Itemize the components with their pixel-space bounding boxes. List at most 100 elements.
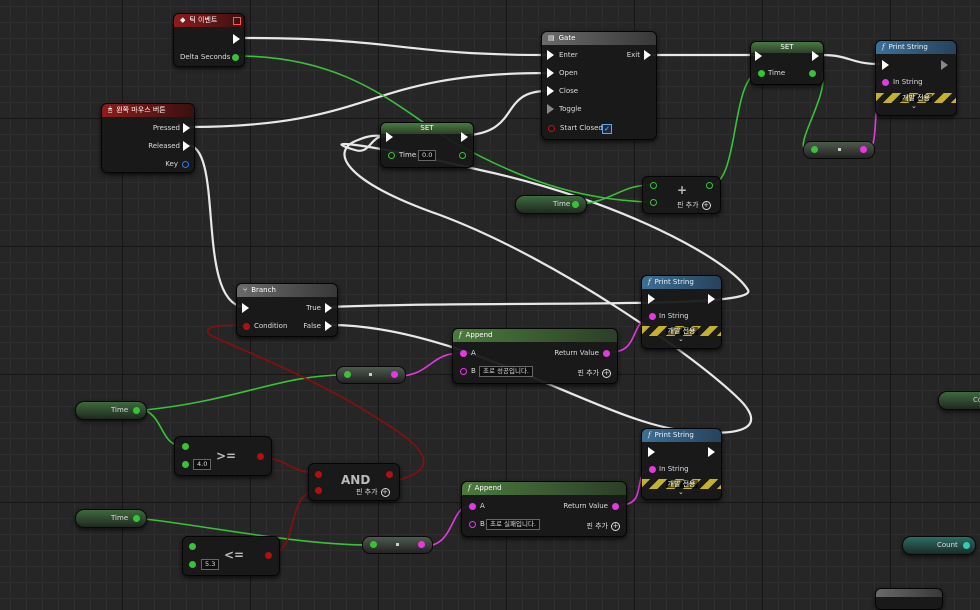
pressed-exec-pin[interactable]: [183, 123, 190, 133]
set-2-exec-out[interactable]: [812, 51, 819, 61]
gte-b-value[interactable]: 4.0: [193, 459, 212, 470]
time-getter-top[interactable]: Time: [515, 195, 587, 214]
print-1-exec-out[interactable]: [941, 60, 948, 70]
print-string-node-3[interactable]: f Print String In String 개발 전용 ⌄: [641, 428, 722, 500]
append-2-b-value[interactable]: 초로 실패입니다.: [486, 519, 540, 530]
lte-b-pin[interactable]: [189, 561, 196, 568]
less-equal-node[interactable]: 5.3 <=: [182, 536, 280, 576]
append-1-add-pin-button[interactable]: 핀 추가 +: [577, 368, 611, 378]
start-closed-checkbox[interactable]: ✓: [602, 124, 612, 134]
lte-b-value[interactable]: 5.3: [201, 559, 220, 570]
print-2-in-string-pin[interactable]: [649, 313, 656, 320]
branch-true-pin[interactable]: [325, 303, 332, 313]
branch-node[interactable]: ⑂ Branch True Condition False: [236, 283, 338, 337]
conv-2-out-pin[interactable]: [391, 371, 398, 378]
add-b-pin[interactable]: [650, 199, 657, 206]
count-getter[interactable]: Count: [902, 536, 976, 555]
tick-event-node[interactable]: ◆ 틱 이벤트 Delta Seconds: [173, 13, 245, 67]
print-1-expand-icon[interactable]: ⌄: [911, 102, 917, 110]
gate-open-pin[interactable]: [547, 68, 554, 78]
append-1-b-pin[interactable]: [460, 368, 467, 375]
lte-a-pin[interactable]: [189, 543, 196, 550]
print-1-in-string-pin[interactable]: [882, 79, 889, 86]
add-out-pin[interactable]: [706, 182, 713, 189]
append-node-1[interactable]: f Append A Return Value B 초로 성공입니다. 핀 추가 +: [452, 328, 618, 384]
delta-seconds-pin[interactable]: [232, 54, 239, 61]
conv-3-in-pin[interactable]: [370, 541, 377, 548]
time-getter-2-pin[interactable]: [133, 515, 140, 522]
print-1-exec-in[interactable]: [882, 60, 889, 70]
released-exec-pin[interactable]: [183, 141, 190, 151]
append-node-2[interactable]: f Append A Return Value B 초로 실패입니다. 핀 추가 +: [461, 481, 627, 537]
set-1-exec-out[interactable]: [461, 132, 468, 142]
append-2-b-pin[interactable]: [469, 521, 476, 528]
delegate-pin-icon[interactable]: [233, 17, 241, 25]
partial-node-bottom-right[interactable]: [875, 588, 943, 610]
print-3-in-string-pin[interactable]: [649, 466, 656, 473]
append-2-a-pin[interactable]: [469, 503, 476, 510]
gate-exit-pin[interactable]: [644, 50, 651, 60]
conv-1-in-pin[interactable]: [811, 146, 818, 153]
and-add-pin-button[interactable]: 핀 추가 +: [356, 487, 390, 497]
count-getter-pin[interactable]: [963, 542, 970, 549]
time-getter-1-pin[interactable]: [133, 407, 140, 414]
float-to-string-conversion-3[interactable]: [362, 536, 433, 554]
gate-node[interactable]: ▤ Gate Enter Exit Open Close Toggle Start…: [541, 31, 657, 140]
gte-b-pin[interactable]: [182, 461, 189, 468]
set-2-exec-in[interactable]: [755, 51, 762, 61]
print-3-exec-out[interactable]: [708, 447, 715, 457]
function-icon: f: [882, 43, 885, 51]
conv-2-in-pin[interactable]: [344, 371, 351, 378]
print-string-node-1[interactable]: f Print String In String 개발 전용 ⌄: [875, 40, 957, 116]
set-time-node-2[interactable]: SET Time: [750, 41, 824, 85]
right-edge-getter[interactable]: Co: [938, 391, 980, 410]
time-getter-1[interactable]: Time: [75, 401, 147, 420]
greater-equal-node[interactable]: 4.0 >=: [174, 436, 272, 476]
append-2-return-pin[interactable]: [612, 503, 619, 510]
tick-exec-out-pin[interactable]: [233, 34, 240, 44]
start-closed-pin[interactable]: [548, 125, 555, 132]
print-2-exec-in[interactable]: [648, 294, 655, 304]
and-a-pin[interactable]: [315, 471, 322, 478]
gate-close-pin[interactable]: [547, 86, 554, 96]
append-1-b-value[interactable]: 초로 성공입니다.: [479, 366, 533, 377]
branch-false-pin[interactable]: [325, 321, 332, 331]
append-2-add-pin-button[interactable]: 핀 추가 +: [586, 521, 620, 531]
time-getter-top-pin[interactable]: [572, 201, 579, 208]
append-1-a-pin[interactable]: [460, 350, 467, 357]
print-2-expand-icon[interactable]: ⌄: [678, 335, 684, 343]
and-out-pin[interactable]: [386, 471, 393, 478]
set-1-exec-in[interactable]: [386, 132, 393, 142]
append-1-return-pin[interactable]: [603, 350, 610, 357]
gate-toggle-pin[interactable]: [547, 104, 554, 114]
add-pin-button[interactable]: 핀 추가 +: [677, 200, 711, 210]
lte-out-pin[interactable]: [265, 552, 272, 559]
print-3-exec-in[interactable]: [648, 447, 655, 457]
gate-enter-pin[interactable]: [547, 50, 554, 60]
set-1-time-in-pin[interactable]: [388, 152, 395, 159]
time-getter-2[interactable]: Time: [75, 509, 147, 528]
print-3-expand-icon[interactable]: ⌄: [678, 488, 684, 496]
set-1-time-value[interactable]: 0.0: [418, 150, 437, 161]
set-2-time-out-pin[interactable]: [809, 70, 816, 77]
float-to-string-conversion-2[interactable]: [336, 366, 406, 384]
branch-condition-pin[interactable]: [243, 323, 250, 330]
print-2-exec-out[interactable]: [708, 294, 715, 304]
set-1-time-out-pin[interactable]: [459, 152, 466, 159]
conv-1-out-pin[interactable]: [860, 146, 867, 153]
set-2-time-in-pin[interactable]: [758, 70, 765, 77]
print-1-dev-only-label: 개발 전용: [900, 94, 932, 102]
mouse-button-event-node[interactable]: 🖱 왼쪽 마우스 버튼 Pressed Released Key: [101, 103, 195, 173]
gte-out-pin[interactable]: [257, 453, 264, 460]
and-b-pin[interactable]: [315, 487, 322, 494]
gte-a-pin[interactable]: [182, 443, 189, 450]
float-to-string-conversion-1[interactable]: [803, 141, 875, 159]
add-a-pin[interactable]: [650, 182, 657, 189]
key-pin[interactable]: [182, 161, 189, 168]
set-time-node-1[interactable]: SET Time 0.0: [380, 122, 474, 168]
and-node[interactable]: AND 핀 추가 +: [308, 463, 400, 501]
print-string-node-2[interactable]: f Print String In String 개발 전용 ⌄: [641, 275, 722, 349]
add-float-node[interactable]: + 핀 추가 +: [642, 176, 721, 214]
branch-exec-in[interactable]: [242, 303, 249, 313]
conv-3-out-pin[interactable]: [418, 541, 425, 548]
